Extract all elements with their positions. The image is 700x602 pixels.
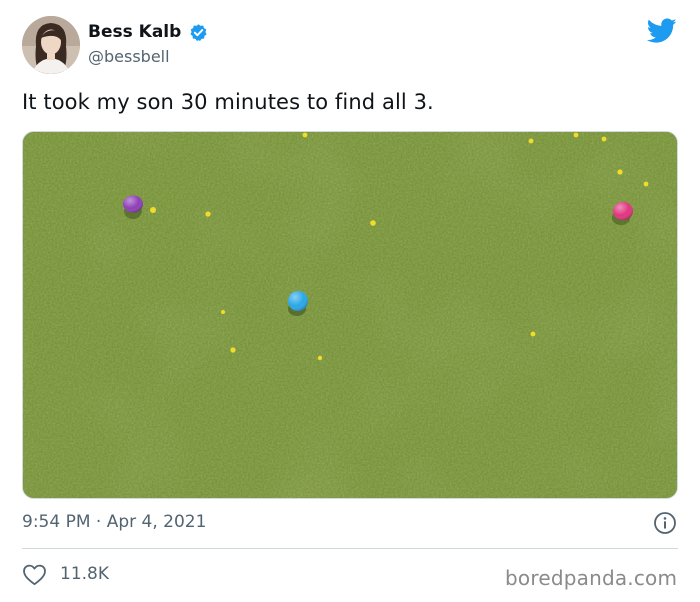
like-count[interactable]: 11.8K bbox=[60, 564, 109, 584]
info-icon[interactable] bbox=[653, 511, 677, 535]
verified-badge-icon bbox=[190, 24, 207, 41]
tweet-timestamp[interactable]: 9:54 PM · Apr 4, 2021 bbox=[22, 512, 206, 532]
tweet-card: Bess Kalb @bessbell It took my son 30 mi… bbox=[0, 0, 700, 602]
avatar[interactable] bbox=[22, 16, 80, 74]
tweet-text: It took my son 30 minutes to find all 3. bbox=[22, 90, 434, 114]
divider bbox=[22, 548, 678, 549]
heart-icon[interactable] bbox=[22, 564, 47, 586]
author-name[interactable]: Bess Kalb bbox=[88, 22, 181, 42]
grass-lawn-image bbox=[23, 132, 677, 498]
tweet-photo[interactable] bbox=[22, 131, 678, 499]
author-handle[interactable]: @bessbell bbox=[88, 47, 170, 66]
twitter-bird-icon[interactable] bbox=[647, 18, 677, 44]
purple-easter-egg bbox=[123, 195, 143, 219]
watermark: boredpanda.com bbox=[505, 566, 678, 590]
